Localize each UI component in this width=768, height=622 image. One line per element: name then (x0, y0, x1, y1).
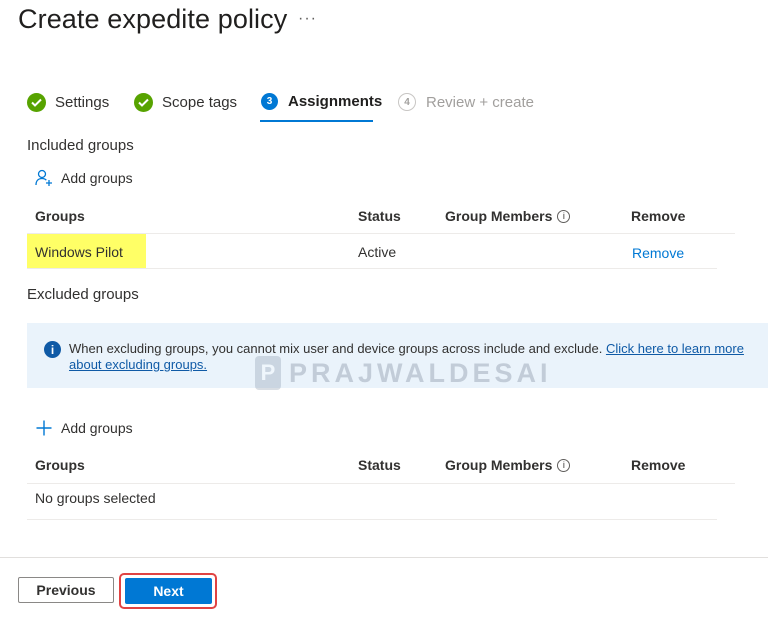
excluded-groups-heading: Excluded groups (27, 286, 139, 303)
step-label: Scope tags (162, 94, 238, 111)
watermark: P PRAJWALDESAI (255, 356, 552, 390)
info-message: When excluding groups, you cannot mix us… (69, 341, 603, 356)
watermark-logo: P (255, 356, 281, 390)
included-groups-heading: Included groups (27, 137, 134, 154)
info-icon[interactable]: i (557, 209, 571, 223)
step-assignments[interactable]: 3 Assignments (261, 93, 382, 110)
checkmark-icon (27, 93, 46, 112)
checkmark-icon (134, 93, 153, 112)
add-groups-label: Add groups (61, 420, 133, 436)
step-number-badge: 3 (261, 93, 278, 110)
add-excluded-groups-button[interactable]: Add groups (35, 419, 133, 437)
column-group-members: Group Members i (445, 457, 571, 473)
add-person-icon (35, 169, 52, 186)
info-icon[interactable]: i (557, 458, 571, 472)
remove-group-link[interactable]: Remove (632, 245, 684, 261)
add-groups-label: Add groups (61, 170, 133, 186)
column-label: Group Members (445, 457, 553, 473)
table-divider (27, 483, 735, 484)
next-button[interactable]: Next (125, 578, 212, 604)
table-divider (27, 268, 717, 269)
previous-button[interactable]: Previous (18, 577, 114, 603)
column-groups: Groups (35, 208, 85, 224)
empty-state-text: No groups selected (35, 490, 156, 506)
more-options-button[interactable]: ··· (298, 10, 317, 28)
active-step-underline (260, 120, 373, 122)
footer-divider (0, 557, 768, 558)
table-row-status: Active (358, 244, 397, 260)
table-row-group-name: Windows Pilot (35, 244, 123, 260)
watermark-text: PRAJWALDESAI (289, 357, 552, 388)
column-status: Status (358, 457, 401, 473)
step-label: Assignments (288, 93, 383, 110)
page-title: Create expedite policy (18, 4, 288, 34)
column-groups: Groups (35, 457, 85, 473)
plus-icon (36, 420, 52, 436)
add-included-groups-button[interactable]: Add groups (35, 169, 133, 187)
table-divider (27, 519, 717, 520)
step-label: Settings (55, 94, 110, 111)
column-remove: Remove (631, 208, 686, 224)
column-label: Group Members (445, 208, 553, 224)
step-label: Review + create (426, 93, 534, 111)
info-icon: i (44, 341, 61, 358)
step-scope-tags[interactable]: Scope tags (134, 93, 237, 112)
column-group-members: Group Members i (445, 208, 571, 224)
step-settings[interactable]: Settings (27, 93, 109, 112)
column-remove: Remove (631, 457, 686, 473)
step-review-create: 4 Review + create (398, 93, 534, 111)
step-number-badge: 4 (398, 93, 416, 111)
column-status: Status (358, 208, 401, 224)
